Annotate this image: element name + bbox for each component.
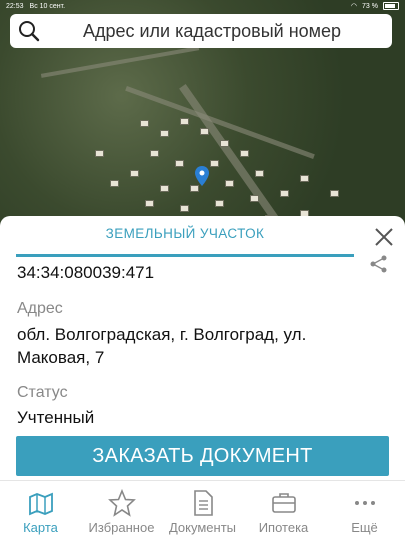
sheet-title: ЗЕМЕЛЬНЫЙ УЧАСТОК [105,226,265,241]
land-plot-marker[interactable] [145,200,154,207]
battery-percent: 73 % [362,2,378,10]
close-icon[interactable] [373,226,395,248]
status-time: 22:53 [6,2,24,10]
land-plot-marker[interactable] [180,205,189,212]
status-label: Статус [17,384,68,401]
briefcase-icon [271,493,296,513]
tab-mortgage[interactable]: Ипотека [243,481,324,541]
tab-map-label: Карта [23,520,58,535]
land-plot-marker[interactable] [215,200,224,207]
document-icon [193,490,213,516]
land-plot-marker[interactable] [175,160,184,167]
share-icon[interactable] [369,254,389,274]
land-plot-marker[interactable] [210,160,219,167]
land-plot-marker[interactable] [140,120,149,127]
land-plot-marker[interactable] [190,185,199,192]
status-value: Учтенный [17,408,95,427]
location-pin-icon[interactable] [195,166,209,186]
status-date: Вс 10 сент. [29,2,66,10]
tab-favorites[interactable]: Избранное [81,481,162,541]
land-plot-marker[interactable] [160,130,169,137]
land-plot-marker[interactable] [160,185,169,192]
land-plot-marker[interactable] [95,150,104,157]
map-road [40,46,200,78]
search-input[interactable]: Адрес или кадастровый номер [40,21,384,42]
land-plot-marker[interactable] [255,170,264,177]
land-plot-marker[interactable] [280,190,289,197]
more-icon [354,501,375,505]
land-plot-marker[interactable] [240,150,249,157]
land-plot-marker[interactable] [150,150,159,157]
land-plot-marker[interactable] [225,180,234,187]
land-plot-marker[interactable] [300,175,309,182]
land-plot-marker[interactable] [330,190,339,197]
tab-bar: Карта Избранное Документы Ипотека Ещё [0,480,405,541]
tab-documents[interactable]: Документы [162,481,243,541]
tab-favorites-label: Избранное [88,520,155,535]
order-document-button[interactable]: ЗАКАЗАТЬ ДОКУМЕНТ [16,436,389,476]
cadastral-number: 34:34:080039:471 [17,263,155,282]
status-bar: 22:53 Вс 10 сент. ◠ 73 % [0,0,405,12]
tab-more[interactable]: Ещё [324,481,405,541]
land-plot-marker[interactable] [180,118,189,125]
tab-more-label: Ещё [351,520,378,535]
map-icon [28,492,53,516]
map-road [179,83,289,237]
land-plot-marker[interactable] [130,170,139,177]
land-plot-marker[interactable] [250,195,259,202]
land-plot-marker[interactable] [110,180,119,187]
search-bar[interactable]: Адрес или кадастровый номер [10,14,392,48]
address-value: обл. Волгоградская, г. Волгоград, ул. Ма… [17,325,307,367]
battery-icon [383,2,399,10]
address-label: Адрес [17,300,63,317]
land-plot-marker[interactable] [200,128,209,135]
search-icon [19,21,40,42]
land-plot-marker[interactable] [220,140,229,147]
tab-map[interactable]: Карта [0,481,81,541]
title-underline [16,254,354,257]
wifi-icon: ◠ [350,3,358,10]
tab-documents-label: Документы [168,520,236,535]
star-icon [107,489,136,517]
tab-mortgage-label: Ипотека [258,520,309,535]
